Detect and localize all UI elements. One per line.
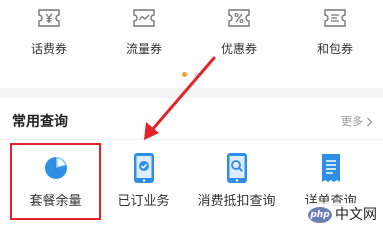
more-label: 更多: [341, 115, 363, 128]
query-label: 消费抵扣查询: [197, 194, 276, 209]
section-divider: [0, 88, 383, 98]
chevron-right-icon: [367, 117, 373, 127]
voucher-label: 和包券: [316, 42, 353, 56]
voucher-phone-fee[interactable]: 话费券: [9, 8, 89, 56]
annotation-highlight-box: [10, 143, 101, 220]
query-detailed-bill[interactable]: 详单查询: [283, 152, 378, 210]
carousel-dot[interactable]: [194, 72, 199, 77]
yuan-ticket-icon: [38, 9, 60, 27]
wallet-ticket-icon: [324, 9, 346, 27]
voucher-hebao[interactable]: 和包券: [295, 8, 375, 56]
voucher-label: 话费券: [30, 42, 67, 56]
query-consumption-deduction[interactable]: 消费抵扣查询: [189, 152, 284, 210]
watermark: php 中文网: [306, 203, 381, 227]
more-link[interactable]: 更多: [341, 115, 373, 129]
watermark-text: 中文网: [335, 207, 377, 223]
voucher-discount[interactable]: 优惠券: [199, 8, 279, 56]
data-wave-ticket-icon: [133, 9, 155, 27]
percent-ticket-icon: [228, 9, 250, 27]
voucher-data[interactable]: 流量券: [104, 8, 184, 56]
query-subscribed-services[interactable]: 已订业务: [96, 152, 191, 210]
voucher-label: 优惠券: [220, 42, 257, 56]
phone-check-icon: [133, 153, 154, 183]
watermark-logo: php: [308, 207, 332, 223]
page: 话费券 流量券 优惠券 和包券 常用查询 更多 套餐余量 已订业务 消费抵扣查询…: [0, 0, 383, 229]
receipt-list-icon: [321, 154, 340, 182]
separator: [0, 139, 383, 140]
voucher-label: 流量券: [125, 42, 162, 56]
query-label: 已订业务: [117, 194, 170, 209]
section-title: 常用查询: [12, 114, 68, 130]
carousel-dot-active[interactable]: [182, 72, 187, 77]
phone-search-icon: [226, 153, 247, 183]
